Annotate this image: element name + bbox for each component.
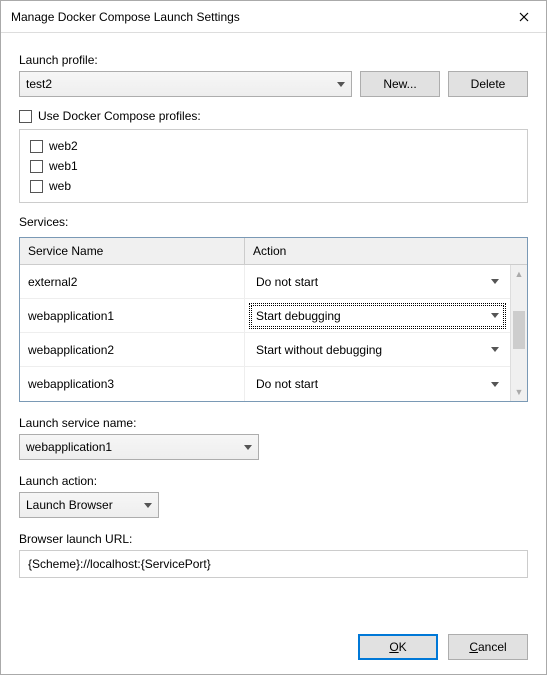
- launch-profile-label: Launch profile:: [19, 53, 528, 67]
- scroll-thumb[interactable]: [513, 311, 525, 349]
- launch-service-value: webapplication1: [26, 440, 112, 454]
- action-select[interactable]: Start without debugging: [249, 337, 506, 363]
- col-action[interactable]: Action: [245, 238, 527, 265]
- new-button[interactable]: New...: [360, 71, 440, 97]
- chevron-down-icon: [491, 347, 499, 352]
- profile-item: web: [30, 176, 517, 196]
- vertical-scrollbar[interactable]: ▲ ▼: [510, 265, 527, 401]
- chevron-down-icon: [491, 382, 499, 387]
- services-label: Services:: [19, 215, 528, 229]
- use-profiles-checkbox[interactable]: [19, 110, 32, 123]
- table-row: webapplication1 Start debugging: [20, 299, 510, 333]
- service-name-cell[interactable]: webapplication3: [20, 367, 245, 401]
- profiles-list: web2 web1 web: [19, 129, 528, 203]
- service-action-cell: Start without debugging: [245, 333, 510, 366]
- delete-button[interactable]: Delete: [448, 71, 528, 97]
- service-name-cell[interactable]: webapplication2: [20, 333, 245, 366]
- action-select[interactable]: Start debugging: [249, 303, 506, 329]
- profile-checkbox[interactable]: [30, 180, 43, 193]
- use-profiles-row: Use Docker Compose profiles:: [19, 109, 528, 123]
- close-icon: [519, 12, 529, 22]
- profile-label: web1: [49, 159, 78, 173]
- grid-body: external2 Do not start webapplication1 S…: [20, 265, 510, 401]
- browser-url-input[interactable]: {Scheme}://localhost:{ServicePort}: [19, 550, 528, 578]
- grid-body-wrap: external2 Do not start webapplication1 S…: [20, 265, 527, 401]
- grid-header: Service Name Action: [20, 238, 527, 265]
- col-service-name[interactable]: Service Name: [20, 238, 245, 265]
- profile-item: web2: [30, 136, 517, 156]
- service-action-cell: Do not start: [245, 265, 510, 298]
- table-row: webapplication2 Start without debugging: [20, 333, 510, 367]
- scroll-down-icon[interactable]: ▼: [511, 383, 527, 401]
- action-select[interactable]: Do not start: [249, 269, 506, 295]
- profile-label: web2: [49, 139, 78, 153]
- use-profiles-label: Use Docker Compose profiles:: [38, 109, 201, 123]
- launch-action-select[interactable]: Launch Browser: [19, 492, 159, 518]
- launch-profile-value: test2: [26, 77, 52, 91]
- services-grid: Service Name Action external2 Do not sta…: [19, 237, 528, 402]
- chevron-down-icon: [491, 313, 499, 318]
- service-action-cell: Start debugging: [245, 299, 510, 332]
- table-row: external2 Do not start: [20, 265, 510, 299]
- profile-item: web1: [30, 156, 517, 176]
- service-name-cell[interactable]: webapplication1: [20, 299, 245, 332]
- dialog-content: Launch profile: test2 New... Delete Use …: [1, 33, 546, 674]
- launch-profile-select[interactable]: test2: [19, 71, 352, 97]
- launch-action-label: Launch action:: [19, 474, 528, 488]
- scroll-up-icon[interactable]: ▲: [511, 265, 527, 283]
- window-title: Manage Docker Compose Launch Settings: [11, 10, 501, 24]
- scroll-track[interactable]: [511, 283, 527, 383]
- chevron-down-icon: [337, 82, 345, 87]
- service-name-cell[interactable]: external2: [20, 265, 245, 298]
- action-select[interactable]: Do not start: [249, 371, 506, 397]
- close-button[interactable]: [501, 2, 546, 32]
- browser-url-value: {Scheme}://localhost:{ServicePort}: [28, 557, 211, 571]
- chevron-down-icon: [144, 503, 152, 508]
- table-row: webapplication3 Do not start: [20, 367, 510, 401]
- profile-label: web: [49, 179, 71, 193]
- dialog-footer: OK Cancel: [19, 618, 528, 660]
- profile-checkbox[interactable]: [30, 140, 43, 153]
- launch-service-select[interactable]: webapplication1: [19, 434, 259, 460]
- chevron-down-icon: [491, 279, 499, 284]
- launch-service-label: Launch service name:: [19, 416, 528, 430]
- launch-action-value: Launch Browser: [26, 498, 113, 512]
- ok-button[interactable]: OK: [358, 634, 438, 660]
- profile-checkbox[interactable]: [30, 160, 43, 173]
- chevron-down-icon: [244, 445, 252, 450]
- launch-profile-row: test2 New... Delete: [19, 71, 528, 97]
- service-action-cell: Do not start: [245, 367, 510, 401]
- titlebar: Manage Docker Compose Launch Settings: [1, 1, 546, 33]
- browser-url-label: Browser launch URL:: [19, 532, 528, 546]
- cancel-button[interactable]: Cancel: [448, 634, 528, 660]
